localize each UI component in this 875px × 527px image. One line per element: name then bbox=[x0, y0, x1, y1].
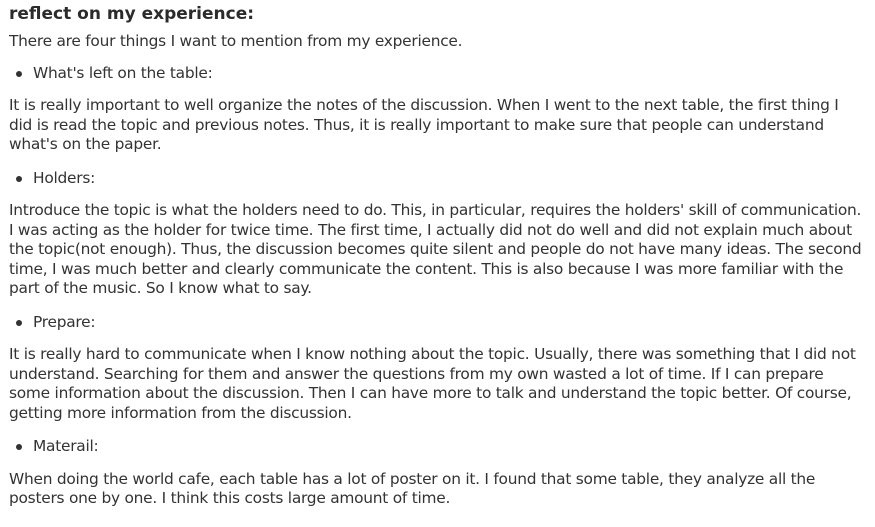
section-paragraph: It is really important to well organize … bbox=[9, 96, 839, 153]
bullet-list: Holders: bbox=[9, 169, 866, 189]
bullet-dot-icon bbox=[16, 444, 22, 450]
section-whats-left: What's left on the table: It is really i… bbox=[9, 64, 866, 155]
bullet-dot-icon bbox=[16, 70, 22, 77]
intro-paragraph: There are four things I want to mention … bbox=[9, 32, 463, 50]
bullet-dot-icon bbox=[16, 319, 22, 326]
section-prepare: Prepare: It is really hard to communicat… bbox=[9, 313, 866, 424]
bullet-list: Prepare: bbox=[9, 313, 866, 333]
bullet-item: What's left on the table: bbox=[9, 64, 866, 84]
section-holders: Holders: Introduce the topic is what the… bbox=[9, 169, 866, 299]
bullet-label: Materail: bbox=[33, 437, 99, 455]
bullet-item: Holders: bbox=[9, 169, 866, 189]
bullet-list: What's left on the table: bbox=[9, 64, 866, 84]
section-material: Materail: When doing the world cafe, eac… bbox=[9, 437, 866, 509]
bullet-dot-icon bbox=[16, 175, 22, 182]
bullet-item: Materail: bbox=[9, 437, 866, 457]
page-heading: reflect on my experience: bbox=[9, 4, 255, 24]
document-body: reflect on my experience: There are four… bbox=[0, 0, 875, 509]
bullet-item: Prepare: bbox=[9, 313, 866, 333]
bullet-list: Materail: bbox=[9, 437, 866, 457]
bullet-label: What's left on the table: bbox=[33, 63, 213, 82]
section-paragraph: When doing the world cafe, each table ha… bbox=[9, 469, 816, 508]
section-paragraph: Introduce the topic is what the holders … bbox=[9, 201, 862, 297]
bullet-label: Holders: bbox=[33, 168, 96, 187]
section-paragraph: It is really hard to communicate when I … bbox=[9, 345, 856, 422]
bullet-label: Prepare: bbox=[33, 312, 96, 331]
